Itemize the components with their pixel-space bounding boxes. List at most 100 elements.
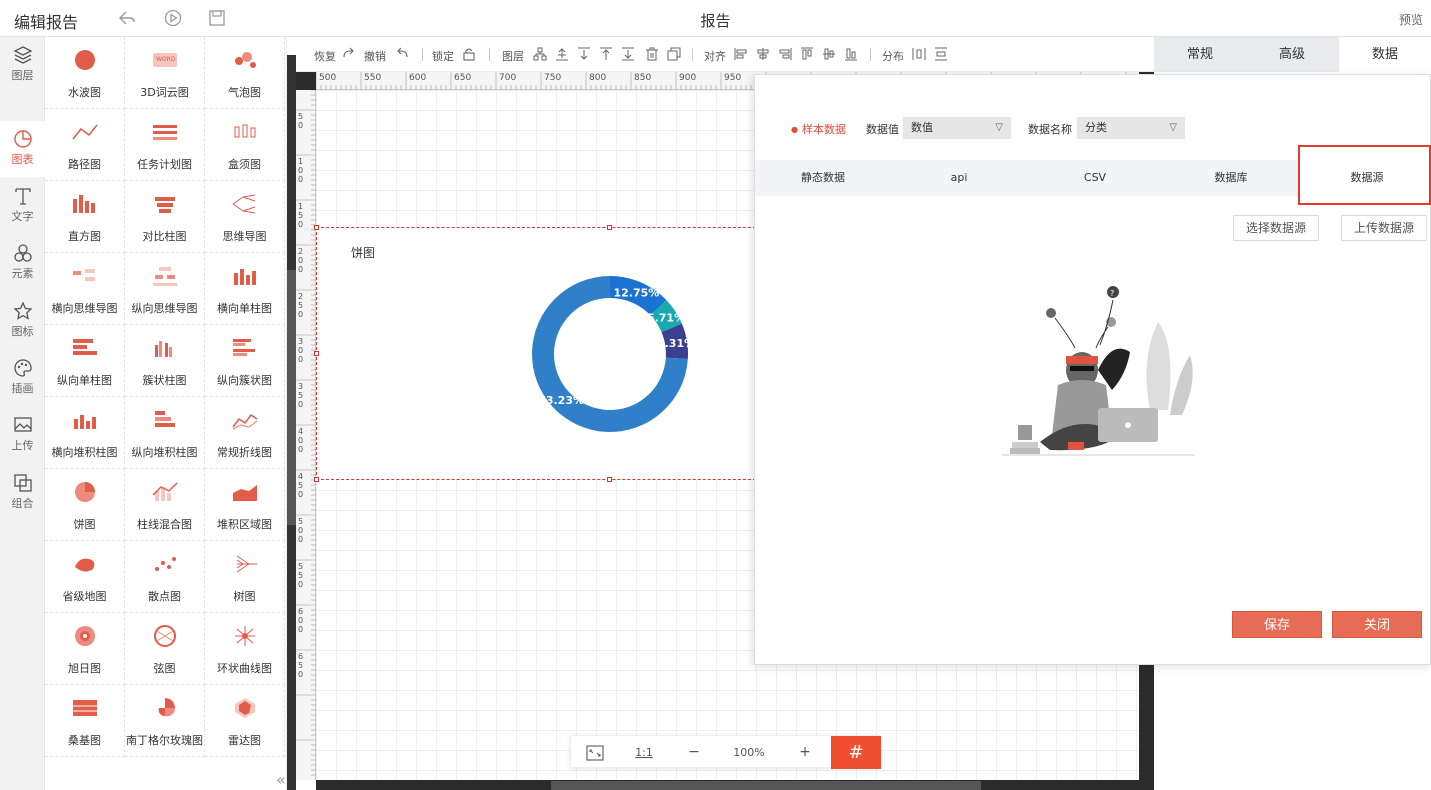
layer-button[interactable]: 图层 [502, 48, 524, 64]
save-button[interactable]: 保存 [1232, 611, 1322, 638]
palette-item[interactable]: 堆积区域图 [205, 469, 285, 541]
send-to-back-icon[interactable] [621, 47, 635, 61]
resize-handle[interactable] [314, 351, 319, 356]
save-icon[interactable] [208, 9, 226, 27]
tab-csv[interactable]: CSV [1027, 160, 1163, 196]
align-center-h-icon[interactable] [756, 47, 770, 61]
distribute-horizontal-icon[interactable] [912, 47, 926, 61]
rail-item-icons[interactable]: 图标 [0, 293, 45, 349]
tab-general[interactable]: 常规 [1154, 37, 1246, 72]
align-bottom-icon[interactable] [844, 47, 858, 61]
tab-static-data[interactable]: 静态数据 [755, 160, 891, 196]
palette-item-label: 旭日图 [68, 662, 101, 675]
redo-icon[interactable] [341, 47, 355, 61]
back-icon[interactable] [118, 9, 136, 27]
rail-item-upload[interactable]: 上传 [0, 407, 45, 463]
palette-scroll-thumb[interactable] [287, 270, 296, 525]
align-top-icon[interactable] [800, 47, 814, 61]
data-source-dialog: 样本数据 数据值 数值 ▽ 数据名称 分类 ▽ 静态数据 api CSV 数据库… [754, 74, 1431, 665]
align-right-icon[interactable] [778, 47, 792, 61]
palette-item[interactable]: 南丁格尔玫瑰图 [125, 685, 205, 757]
tab-database[interactable]: 数据库 [1163, 160, 1299, 196]
palette-item[interactable]: 雷达图 [205, 685, 285, 757]
bring-to-front-icon[interactable] [599, 47, 613, 61]
delete-icon[interactable] [645, 47, 659, 61]
pie-chart-widget[interactable]: 饼图 12.75% 5.71% 7.31% 73.23% [314, 225, 766, 482]
palette-item[interactable]: 水波图 [45, 37, 125, 109]
palette-item[interactable]: 柱线混合图 [125, 469, 205, 541]
tab-data[interactable]: 数据 [1339, 37, 1431, 72]
play-icon[interactable] [164, 9, 182, 27]
data-name-select[interactable]: 分类 ▽ [1077, 117, 1185, 139]
redo-button[interactable]: 恢复 [314, 48, 336, 64]
distribute-vertical-icon[interactable] [934, 47, 948, 61]
palette-item[interactable]: 对比柱图 [125, 181, 205, 253]
palette-item[interactable]: 纵向堆积柱图 [125, 397, 205, 469]
copy-icon[interactable] [667, 47, 681, 61]
palette-item-label: 弦图 [153, 662, 176, 675]
rail-item-text[interactable]: 文字 [0, 178, 45, 234]
select-data-source-button[interactable]: 选择数据源 [1233, 215, 1320, 241]
canvas-scroll-thumb[interactable] [551, 781, 981, 790]
palette-item[interactable]: 横向思维导图 [45, 253, 125, 325]
ruler-corner [296, 72, 316, 90]
palette-item[interactable]: 常规折线图 [205, 397, 285, 469]
rail-item-elements[interactable]: 元素 [0, 235, 45, 291]
palette-item[interactable]: 任务计划图 [125, 109, 205, 181]
palette-item[interactable]: 纵向簇状图 [205, 325, 285, 397]
send-backward-icon[interactable] [577, 47, 591, 61]
lock-icon[interactable] [462, 47, 476, 61]
resize-handle[interactable] [607, 477, 612, 482]
chart-thumbnail-icon [74, 558, 94, 572]
palette-item[interactable]: 直方图 [45, 181, 125, 253]
rail-item-layers[interactable]: 图层 [0, 37, 45, 93]
palette-item[interactable]: 纵向单柱图 [45, 325, 125, 397]
palette-item[interactable]: 簇状柱图 [125, 325, 205, 397]
palette-item[interactable]: 横向单柱图 [205, 253, 285, 325]
palette-item[interactable]: 旭日图 [45, 613, 125, 685]
undo-icon[interactable] [396, 47, 410, 61]
palette-item[interactable]: 环状曲线图 [205, 613, 285, 685]
palette-item[interactable]: 气泡图 [205, 37, 285, 109]
zoom-in-button[interactable]: + [779, 736, 831, 769]
palette-item[interactable]: 纵向思维导图 [125, 253, 205, 325]
palette-item[interactable]: 散点图 [125, 541, 205, 613]
palette-item[interactable]: 路径图 [45, 109, 125, 181]
tab-api[interactable]: api [891, 160, 1027, 196]
tab-advanced[interactable]: 高级 [1246, 37, 1338, 72]
align-middle-v-icon[interactable] [822, 47, 836, 61]
palette-item[interactable]: WORD 3D词云图 [125, 37, 205, 109]
tab-data-source[interactable]: 数据源 [1299, 160, 1431, 196]
bring-forward-icon[interactable] [555, 47, 569, 61]
upload-data-source-button[interactable]: 上传数据源 [1341, 215, 1428, 241]
zoom-out-button[interactable]: − [669, 736, 719, 769]
fit-screen-button[interactable] [571, 736, 619, 769]
undo-button[interactable]: 撤销 [364, 48, 386, 64]
palette-item[interactable]: 树图 [205, 541, 285, 613]
resize-handle[interactable] [607, 225, 612, 230]
lock-button[interactable]: 锁定 [432, 48, 454, 64]
chart-thumbnail-icon [234, 626, 255, 646]
palette-item[interactable]: 横向堆积柱图 [45, 397, 125, 469]
source-tabs: 静态数据 api CSV 数据库 数据源 [755, 160, 1431, 196]
palette-item[interactable]: 盒须图 [205, 109, 285, 181]
layer-tree-icon[interactable] [533, 47, 547, 61]
palette-item[interactable]: 省级地图 [45, 541, 125, 613]
collapse-palette-icon[interactable]: « [276, 770, 286, 789]
palette-item[interactable]: 饼图 [45, 469, 125, 541]
close-button[interactable]: 关闭 [1332, 611, 1422, 638]
data-value-select[interactable]: 数值 ▽ [903, 117, 1011, 139]
resize-handle[interactable] [314, 477, 319, 482]
preview-button[interactable]: 预览 [1399, 11, 1423, 28]
zoom-one-to-one-button[interactable]: 1:1 [619, 736, 669, 769]
rail-item-illustrations[interactable]: 插画 [0, 350, 45, 406]
grid-toggle-button[interactable]: # [831, 736, 881, 769]
rail-item-group[interactable]: 组合 [0, 465, 45, 521]
rail-item-charts[interactable]: 图表 [0, 121, 45, 177]
palette-item[interactable]: 弦图 [125, 613, 205, 685]
resize-handle[interactable] [314, 225, 319, 230]
palette-item[interactable]: 思维导图 [205, 181, 285, 253]
align-left-icon[interactable] [734, 47, 748, 61]
palette-item[interactable]: 桑基图 [45, 685, 125, 757]
chart-thumbnail-icon [234, 698, 255, 718]
